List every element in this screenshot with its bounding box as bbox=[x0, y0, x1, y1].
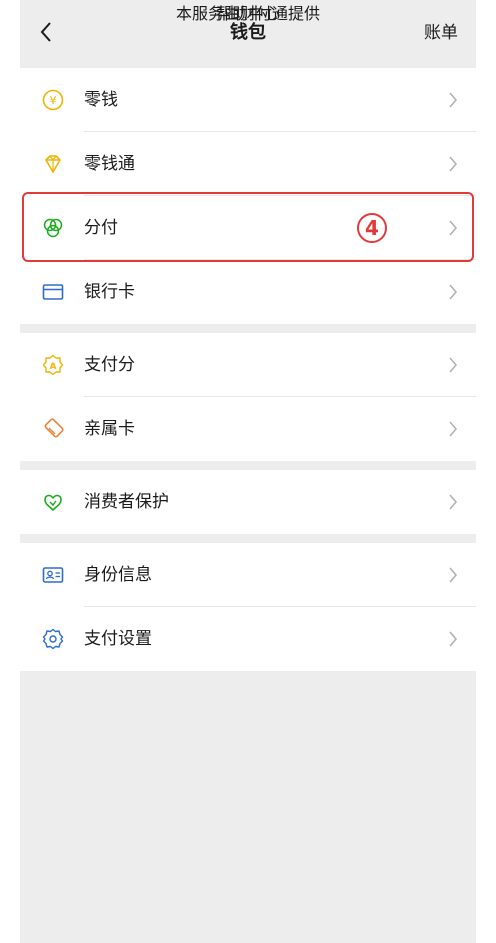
coin-yen-icon: ¥ bbox=[42, 89, 64, 111]
menu-item-label: 亲属卡 bbox=[84, 419, 135, 439]
menu-item-family-card[interactable]: 亲属卡 bbox=[20, 397, 476, 461]
wallet-screen: 钱包 账单 ¥ 零钱 零钱通 分付 4 银行卡 A 支付分 亲属卡 消费者保护 … bbox=[20, 0, 476, 943]
bank-card-icon bbox=[42, 281, 64, 303]
chevron-right-icon bbox=[449, 421, 458, 437]
settings-gear-icon bbox=[42, 628, 64, 650]
bill-button[interactable]: 账单 bbox=[424, 22, 458, 44]
menu-item-label: 身份信息 bbox=[84, 565, 152, 585]
menu-item-label: 银行卡 bbox=[84, 282, 135, 302]
menu-item-lingqiantong[interactable]: 零钱通 bbox=[20, 132, 476, 196]
chevron-right-icon bbox=[449, 156, 458, 172]
chevron-right-icon bbox=[449, 92, 458, 108]
pay-score-badge-icon: A bbox=[42, 354, 64, 376]
svg-text:¥: ¥ bbox=[50, 94, 57, 107]
chevron-right-icon bbox=[449, 631, 458, 647]
fenfu-circles-icon bbox=[42, 217, 64, 239]
menu-item-label: 消费者保护 bbox=[84, 492, 169, 512]
family-card-icon bbox=[42, 418, 64, 440]
menu-item-consumer-protection[interactable]: 消费者保护 bbox=[20, 470, 476, 534]
menu-item-label: 零钱通 bbox=[84, 154, 135, 174]
chevron-right-icon bbox=[449, 357, 458, 373]
menu-item-fenfu[interactable]: 分付 4 bbox=[20, 196, 476, 260]
wallet-group-4: 身份信息 支付设置 bbox=[20, 543, 476, 671]
service-provider-note: 本服务由财付通提供 bbox=[175, 4, 320, 23]
menu-item-change[interactable]: ¥ 零钱 bbox=[20, 68, 476, 132]
chevron-right-icon bbox=[449, 220, 458, 236]
menu-item-identity-info[interactable]: 身份信息 bbox=[20, 543, 476, 607]
wallet-group-1: ¥ 零钱 零钱通 分付 4 银行卡 bbox=[20, 68, 476, 324]
menu-item-bank-card[interactable]: 银行卡 bbox=[20, 260, 476, 324]
wallet-group-2: A 支付分 亲属卡 bbox=[20, 333, 476, 461]
wallet-group-3: 消费者保护 bbox=[20, 470, 476, 534]
chevron-right-icon bbox=[449, 284, 458, 300]
chevron-right-icon bbox=[449, 567, 458, 583]
consumer-protection-icon bbox=[42, 491, 64, 513]
menu-item-label: 零钱 bbox=[84, 90, 118, 110]
page-title: 钱包 bbox=[230, 22, 266, 43]
id-card-icon bbox=[42, 564, 64, 586]
menu-item-pay-score[interactable]: A 支付分 bbox=[20, 333, 476, 397]
annotation-marker: 4 bbox=[357, 213, 387, 243]
menu-item-label: 分付 bbox=[84, 218, 118, 238]
menu-item-label: 支付设置 bbox=[84, 629, 152, 649]
menu-item-label: 支付分 bbox=[84, 355, 135, 375]
menu-item-pay-settings[interactable]: 支付设置 bbox=[20, 607, 476, 671]
chevron-right-icon bbox=[449, 494, 458, 510]
svg-text:A: A bbox=[50, 362, 57, 372]
diamond-icon bbox=[42, 153, 64, 175]
